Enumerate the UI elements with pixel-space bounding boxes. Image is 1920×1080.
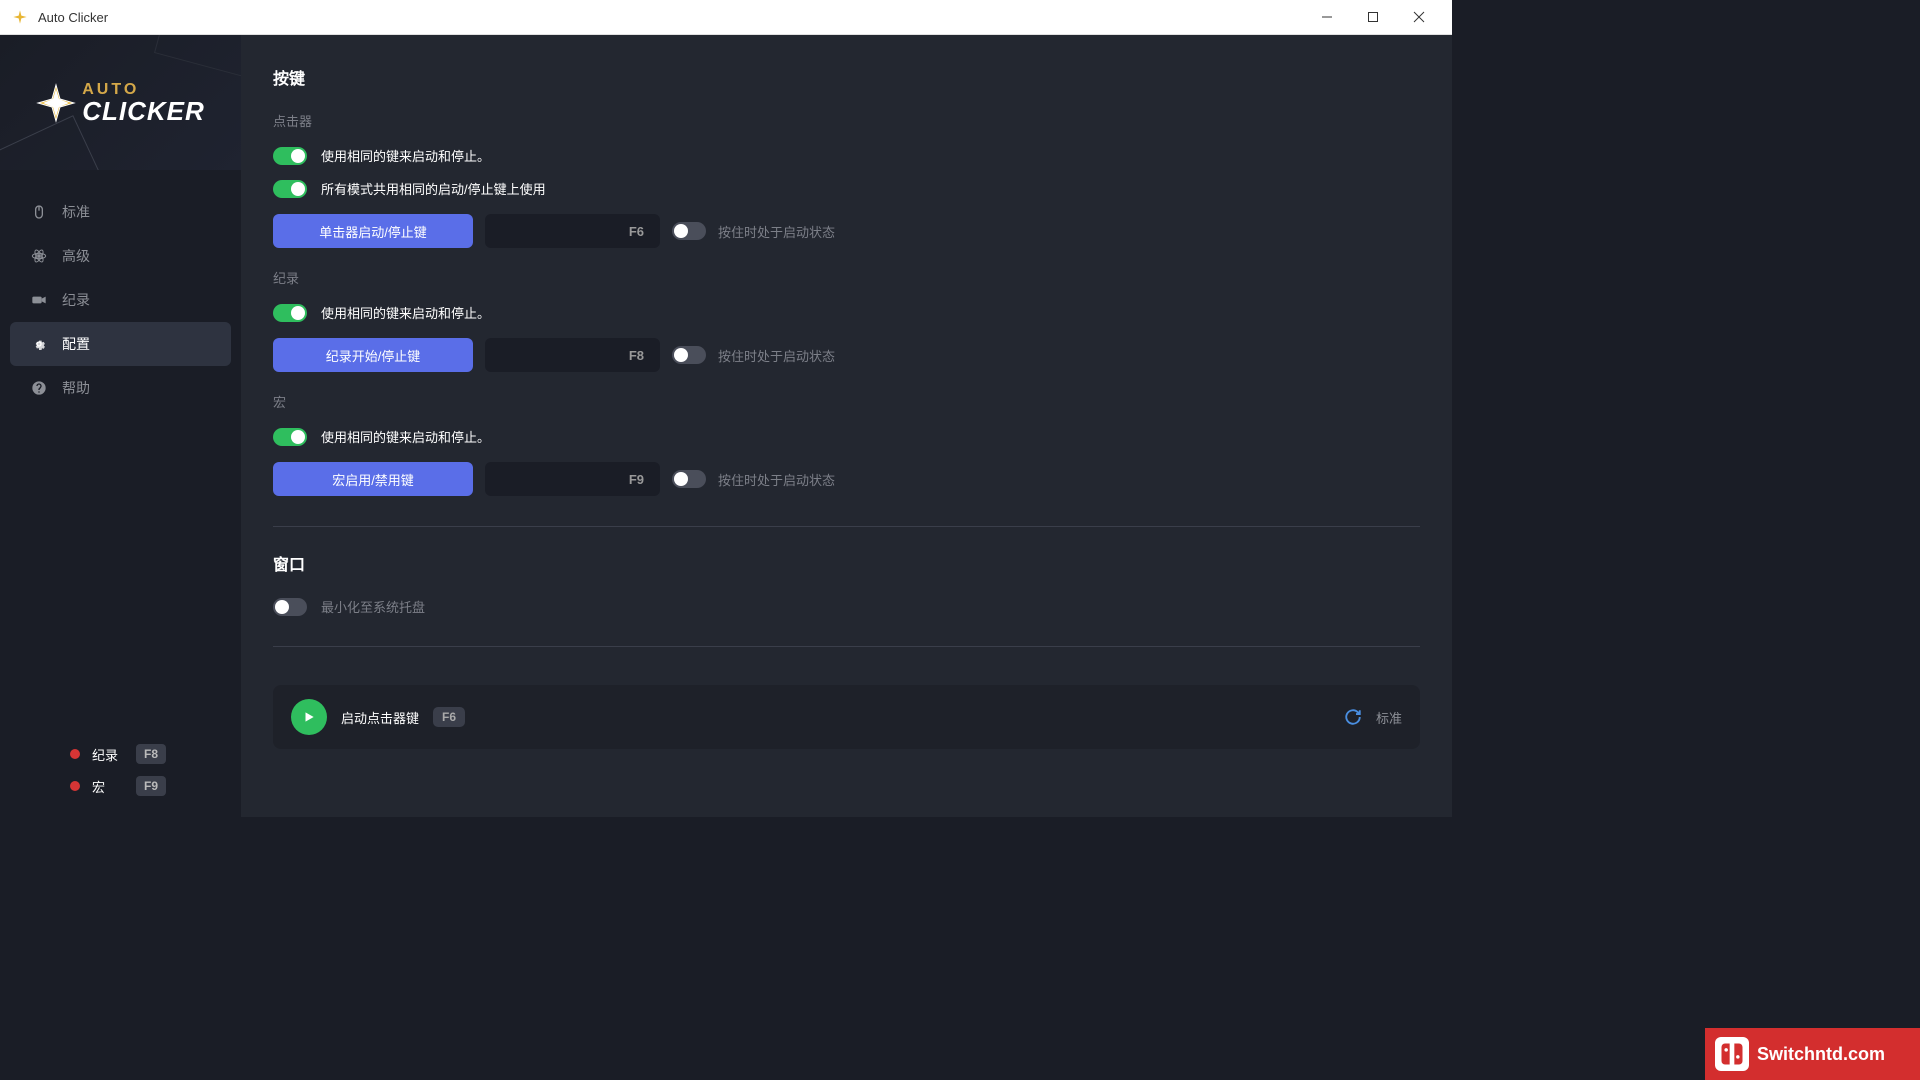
nav-advanced[interactable]: 高级 — [10, 234, 231, 278]
gear-icon — [30, 335, 48, 353]
nav-standard[interactable]: 标准 — [10, 190, 231, 234]
watermark-text: Switchntd.com — [1757, 1044, 1885, 1065]
subsection-macro: 宏 — [273, 392, 1420, 411]
toggle-label: 使用相同的键来启动和停止。 — [321, 146, 490, 165]
clicker-hotkey-display[interactable]: F6 — [485, 214, 660, 248]
toggle-minimize-tray[interactable] — [273, 598, 307, 616]
nav-record[interactable]: 纪录 — [10, 278, 231, 322]
sidebar-status: 纪录 F8 宏 F9 — [0, 723, 241, 817]
toggle-clicker-samekey[interactable] — [273, 147, 307, 165]
logo-text-clicker: CLICKER — [82, 98, 205, 124]
status-record: 纪录 F8 — [25, 738, 216, 770]
toggle-macro-samekey[interactable] — [273, 428, 307, 446]
toggle-record-samekey[interactable] — [273, 304, 307, 322]
action-bar: 启动点击器键 F6 标准 — [273, 685, 1420, 749]
close-button[interactable] — [1396, 2, 1442, 32]
nav-help[interactable]: 帮助 — [10, 366, 231, 410]
logo-star-icon — [36, 83, 76, 123]
switch-logo-icon — [1715, 1037, 1749, 1071]
status-label: 纪录 — [92, 745, 124, 764]
titlebar: Auto Clicker — [0, 0, 1452, 35]
toggle-record-hold[interactable] — [672, 346, 706, 364]
nav-label: 帮助 — [62, 378, 90, 398]
toggle-label: 按住时处于启动状态 — [718, 470, 835, 489]
titlebar-controls — [1304, 2, 1442, 32]
toggle-label: 使用相同的键来启动和停止。 — [321, 303, 490, 322]
refresh-icon[interactable] — [1344, 708, 1362, 726]
toggle-macro-hold[interactable] — [672, 470, 706, 488]
status-dot-icon — [70, 781, 80, 791]
status-label: 宏 — [92, 777, 124, 796]
status-key-badge: F9 — [136, 776, 166, 796]
mode-label: 标准 — [1376, 708, 1402, 727]
mouse-icon — [30, 203, 48, 221]
app-icon — [10, 7, 30, 27]
status-dot-icon — [70, 749, 80, 759]
toggle-label: 按住时处于启动状态 — [718, 222, 835, 241]
action-label: 启动点击器键 — [341, 708, 419, 727]
divider — [273, 526, 1420, 527]
record-hotkey-display[interactable]: F8 — [485, 338, 660, 372]
clicker-hotkey-button[interactable]: 单击器启动/停止键 — [273, 214, 473, 248]
macro-hotkey-display[interactable]: F9 — [485, 462, 660, 496]
record-hotkey-button[interactable]: 纪录开始/停止键 — [273, 338, 473, 372]
toggle-label: 最小化至系统托盘 — [321, 597, 425, 616]
toggle-label: 使用相同的键来启动和停止。 — [321, 427, 490, 446]
nav-label: 高级 — [62, 246, 90, 266]
status-key-badge: F8 — [136, 744, 166, 764]
status-macro: 宏 F9 — [25, 770, 216, 802]
toggle-clicker-allmodes[interactable] — [273, 180, 307, 198]
logo: AUTO CLICKER — [0, 35, 241, 170]
titlebar-title: Auto Clicker — [38, 10, 1304, 25]
action-key-badge: F6 — [433, 707, 465, 727]
macro-hotkey-button[interactable]: 宏启用/禁用键 — [273, 462, 473, 496]
play-button[interactable] — [291, 699, 327, 735]
toggle-label: 所有模式共用相同的启动/停止键上使用 — [321, 179, 546, 198]
divider — [273, 646, 1420, 647]
subsection-clicker: 点击器 — [273, 111, 1420, 130]
toggle-label: 按住时处于启动状态 — [718, 346, 835, 365]
section-keys-title: 按键 — [273, 65, 1420, 89]
watermark: Switchntd.com — [1705, 1028, 1920, 1080]
app-window: Auto Clicker AUTO CLICKER — [0, 0, 1452, 817]
sidebar: AUTO CLICKER 标准 高级 纪录 — [0, 35, 241, 817]
nav-label: 纪录 — [62, 290, 90, 310]
section-window-title: 窗口 — [273, 551, 1420, 575]
app-body: AUTO CLICKER 标准 高级 纪录 — [0, 35, 1452, 817]
toggle-clicker-hold[interactable] — [672, 222, 706, 240]
nav-label: 配置 — [62, 334, 90, 354]
nav-label: 标准 — [62, 202, 90, 222]
minimize-button[interactable] — [1304, 2, 1350, 32]
camera-icon — [30, 291, 48, 309]
atom-icon — [30, 247, 48, 265]
main-content: 按键 点击器 使用相同的键来启动和停止。 所有模式共用相同的启动/停止键上使用 … — [241, 35, 1452, 817]
question-icon — [30, 379, 48, 397]
subsection-record: 纪录 — [273, 268, 1420, 287]
nav: 标准 高级 纪录 配置 帮助 — [0, 170, 241, 723]
nav-config[interactable]: 配置 — [10, 322, 231, 366]
maximize-button[interactable] — [1350, 2, 1396, 32]
